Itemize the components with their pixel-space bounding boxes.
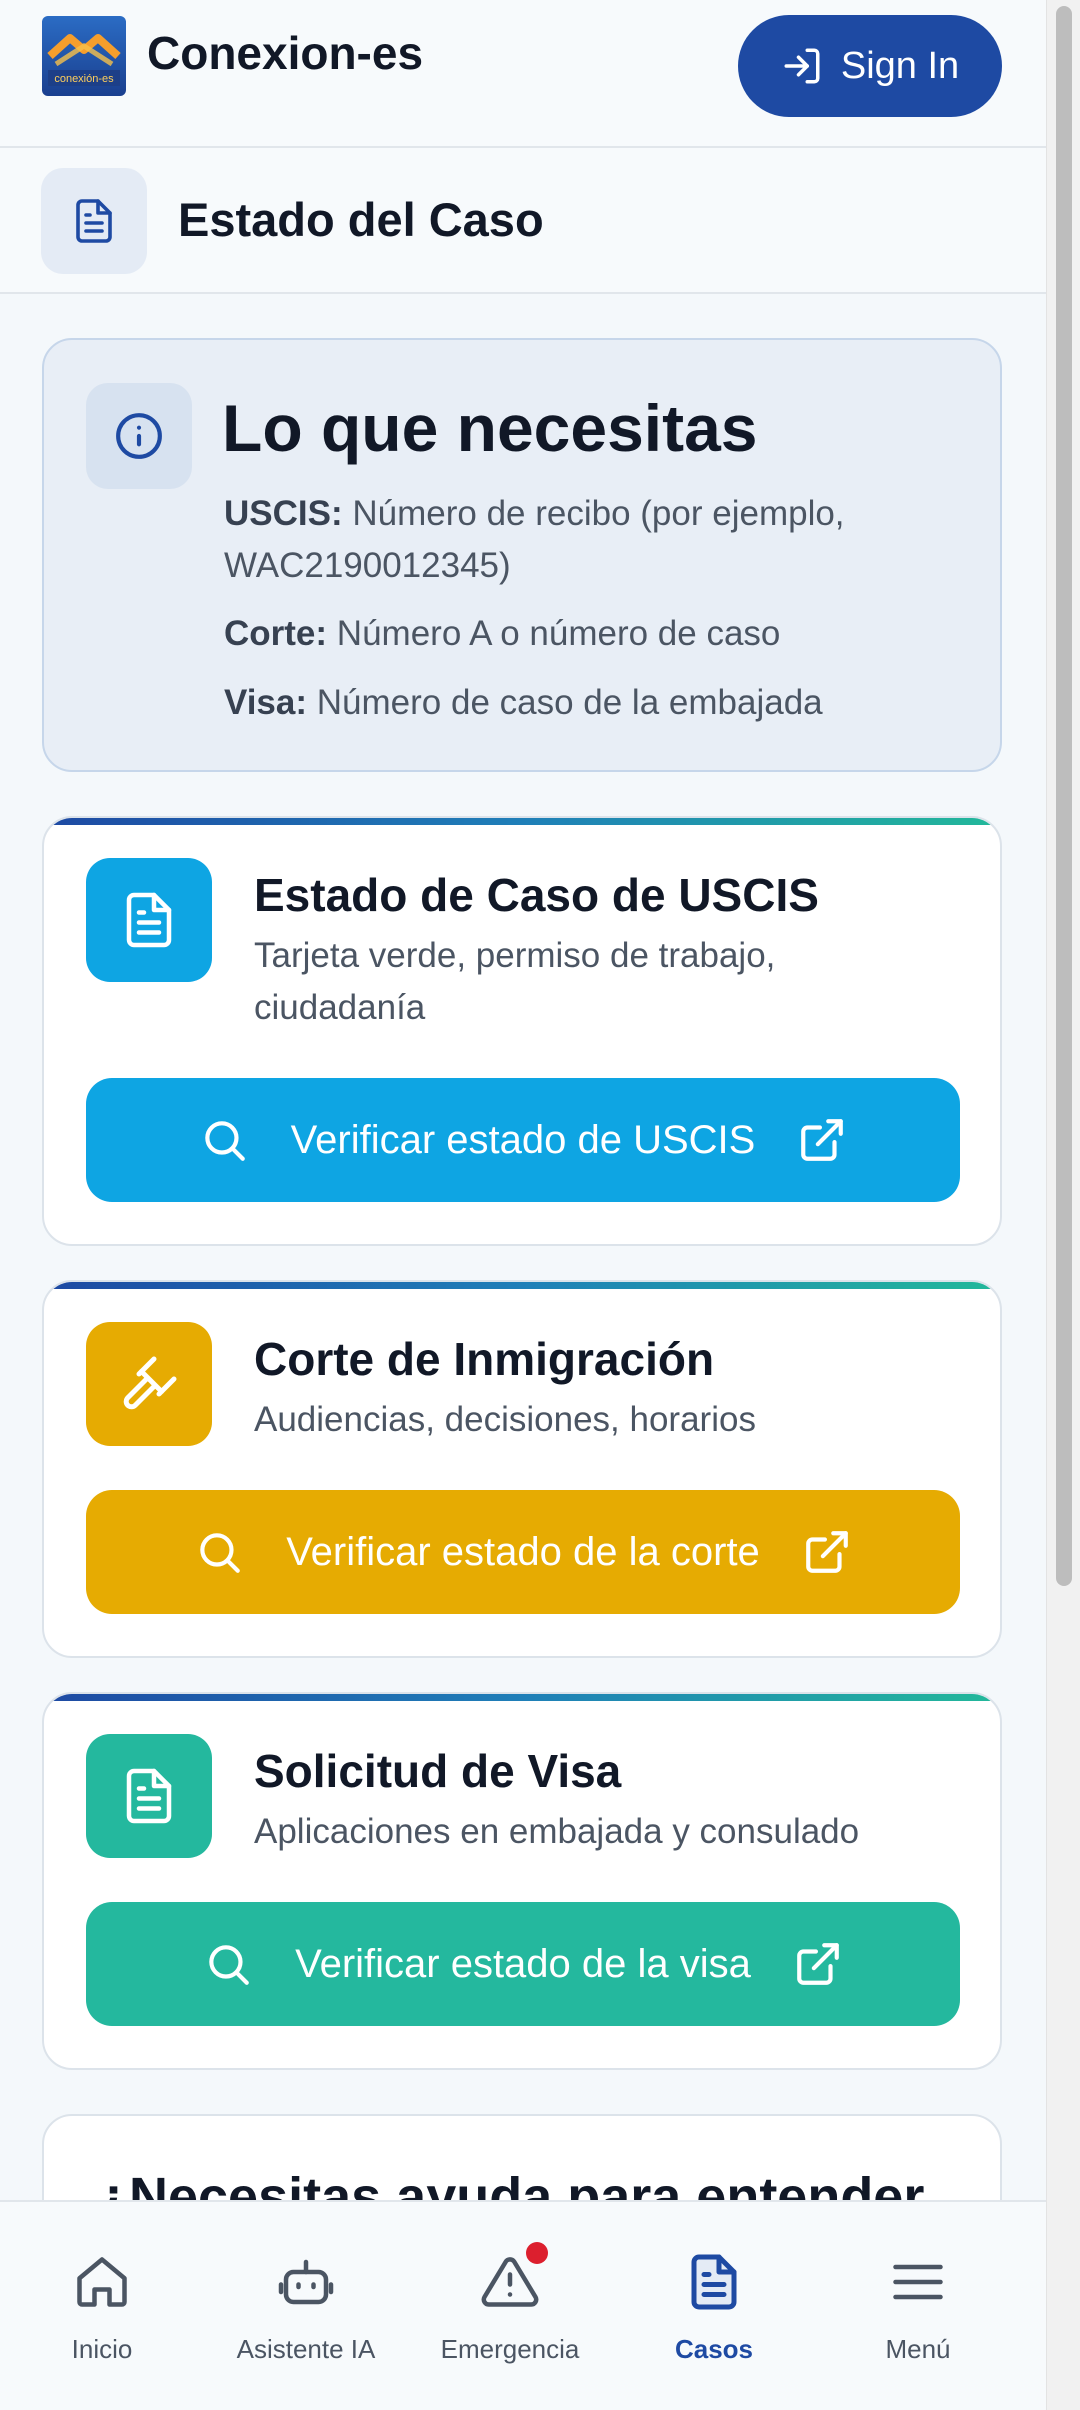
document-icon	[126, 1768, 172, 1824]
uscis-card-title: Estado de Caso de USCIS	[254, 869, 819, 921]
scrollbar-thumb[interactable]	[1056, 6, 1072, 1586]
uscis-card-description: Tarjeta verde, permiso de trabajo, ciuda…	[254, 936, 776, 1027]
nav-asistente-ia[interactable]: Asistente IA	[204, 2202, 408, 2410]
uscis-icon-box	[86, 858, 212, 982]
gavel-icon	[123, 1356, 177, 1410]
app-viewport: conexión-es Conexion-es Sign In Estado d…	[0, 0, 1046, 2410]
check-uscis-status-button[interactable]: Verificar estado de USCIS	[86, 1078, 960, 1202]
sign-in-label: Sign In	[840, 44, 960, 87]
search-icon	[204, 1121, 245, 1161]
visa-card-title: Solicitud de Visa	[254, 1745, 622, 1797]
requirements-card: Lo que necesitas USCIS: Número de recibo…	[42, 338, 1002, 772]
nav-menu[interactable]: Menú	[816, 2202, 1020, 2410]
info-icon	[116, 413, 162, 459]
external-link-icon	[797, 1943, 839, 1985]
visa-card-description: Aplicaciones en embajada y consulado	[254, 1812, 860, 1851]
check-visa-status-button[interactable]: Verificar estado de la visa	[86, 1902, 960, 2026]
nav-label: Casos	[674, 2334, 754, 2364]
court-status-card: Corte de Inmigración Audiencias, decisio…	[42, 1280, 1002, 1658]
external-link-icon	[801, 1119, 844, 1161]
check-court-label: Verificar estado de la corte	[286, 1529, 760, 1574]
search-icon	[200, 1533, 241, 1573]
external-link-icon	[805, 1531, 848, 1573]
nav-label: Asistente IA	[236, 2334, 376, 2364]
top-bar: conexión-es Conexion-es Sign In	[0, 0, 1046, 148]
uscis-status-card: Estado de Caso de USCIS Tarjeta verde, p…	[42, 816, 1002, 1246]
notification-badge	[526, 2242, 548, 2264]
warning-icon	[480, 2242, 548, 2312]
visa-status-card: Solicitud de Visa Aplicaciones en embaja…	[42, 1692, 1002, 2070]
card-accent-stripe	[44, 1282, 1000, 1289]
nav-label: Inicio	[71, 2334, 133, 2364]
app-logo[interactable]: conexión-es	[42, 16, 126, 96]
document-icon	[76, 199, 112, 243]
bottom-nav: Inicio Asistente IA Emergencia Casos Men…	[0, 2200, 1046, 2410]
requirement-uscis: USCIS: Número de recibo (por ejemplo, WA…	[224, 494, 845, 585]
svg-text:conexión-es: conexión-es	[54, 73, 114, 85]
check-uscis-label: Verificar estado de USCIS	[290, 1117, 756, 1162]
nav-label: Menú	[885, 2334, 951, 2364]
document-icon	[684, 2252, 744, 2312]
nav-inicio[interactable]: Inicio	[0, 2202, 204, 2410]
page-title: Estado del Caso	[178, 193, 544, 246]
sign-in-icon	[784, 48, 820, 84]
check-court-status-button[interactable]: Verificar estado de la corte	[86, 1490, 960, 1614]
nav-emergencia[interactable]: Emergencia	[408, 2202, 612, 2410]
requirements-title: Lo que necesitas	[222, 391, 758, 465]
nav-casos[interactable]: Casos	[612, 2202, 816, 2410]
page-icon-box	[41, 168, 147, 274]
court-card-title: Corte de Inmigración	[254, 1333, 715, 1385]
nav-label: Emergencia	[440, 2334, 580, 2364]
app-title: Conexion-es	[147, 27, 424, 79]
search-icon	[209, 1945, 249, 1985]
info-icon-box	[86, 383, 192, 489]
page-header: Estado del Caso	[0, 148, 1046, 294]
menu-icon	[888, 2252, 948, 2312]
home-icon	[72, 2252, 132, 2312]
card-accent-stripe	[44, 818, 1000, 825]
court-icon-box	[86, 1322, 212, 1446]
card-accent-stripe	[44, 1694, 1000, 1701]
sign-in-button[interactable]: Sign In	[738, 15, 1002, 117]
document-icon	[126, 892, 172, 948]
requirement-corte: Corte: Número A o número de caso	[224, 614, 781, 653]
scrollbar[interactable]	[1046, 0, 1080, 2410]
court-card-description: Audiencias, decisiones, horarios	[254, 1400, 756, 1439]
robot-icon	[276, 2252, 336, 2312]
visa-icon-box	[86, 1734, 212, 1858]
check-visa-label: Verificar estado de la visa	[295, 1941, 751, 1986]
requirement-visa: Visa: Número de caso de la embajada	[224, 683, 823, 722]
